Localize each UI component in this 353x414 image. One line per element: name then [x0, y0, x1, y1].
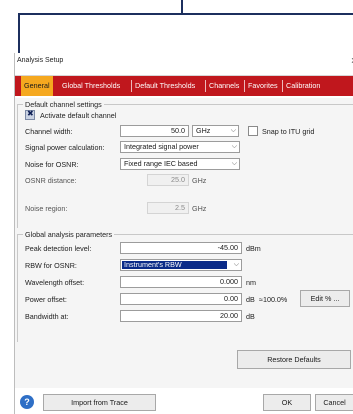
signal-power-calculation-dropdown[interactable]: Integrated signal power ⌵ [120, 141, 240, 153]
import-from-trace-button[interactable]: Import from Trace [43, 394, 156, 411]
bandwidth-at-label: Bandwidth at: [25, 312, 69, 321]
title-bar: Analysis Setup x [15, 53, 353, 70]
cancel-button[interactable]: Cancel [315, 394, 353, 411]
osnr-distance-input: 25.0 [147, 174, 189, 186]
channel-width-input[interactable]: 50.0 [120, 125, 189, 137]
ok-button[interactable]: OK [263, 394, 311, 411]
power-offset-label: Power offset: [25, 295, 67, 304]
noise-for-osnr-label: Noise for OSNR: [25, 160, 79, 169]
signal-power-calculation-value: Integrated signal power [124, 142, 199, 151]
noise-for-osnr-value: Fixed range IEC based [124, 159, 198, 168]
noise-region-unit: GHz [192, 204, 207, 213]
channel-width-label: Channel width: [25, 127, 73, 136]
power-offset-input[interactable]: 0.00 [120, 293, 242, 305]
wavelength-offset-unit: nm [246, 278, 256, 287]
signal-power-calculation-label: Signal power calculation: [25, 143, 105, 152]
tab-default-thresholds[interactable]: Default Thresholds [132, 78, 198, 94]
window-title: Analysis Setup [17, 57, 64, 64]
rbw-for-osnr-value: Instrument's RBW [122, 261, 227, 269]
tab-favorites[interactable]: Favorites [245, 78, 281, 94]
default-channel-group-title: Default channel settings [23, 100, 104, 109]
help-icon[interactable]: ? [20, 395, 34, 409]
callout-line-left [18, 13, 20, 57]
osnr-distance-label: OSNR distance: [25, 176, 77, 185]
noise-for-osnr-dropdown[interactable]: Fixed range IEC based ⌵ [120, 158, 240, 170]
peak-detection-level-label: Peak detection level: [25, 244, 92, 253]
chevron-down-icon: ⌵ [230, 127, 236, 134]
noise-region-input: 2.5 [147, 202, 189, 214]
analysis-setup-window: Analysis Setup x General Global Threshol… [14, 53, 353, 414]
osnr-distance-unit: GHz [192, 176, 207, 185]
chevron-down-icon: ⌵ [233, 261, 239, 268]
tab-channels[interactable]: Channels [206, 78, 242, 94]
rbw-for-osnr-dropdown[interactable]: Instrument's RBW ⌵ [120, 259, 242, 271]
tab-general[interactable]: General [21, 76, 53, 96]
rbw-for-osnr-label: RBW for OSNR: [25, 261, 77, 270]
tab-bar: General Global Thresholds Default Thresh… [15, 75, 353, 96]
bandwidth-at-unit: dB [246, 312, 255, 321]
bandwidth-at-input[interactable]: 20.00 [120, 310, 242, 322]
callout-line-horizontal [18, 13, 353, 15]
wavelength-offset-input[interactable]: 0.000 [120, 276, 242, 288]
dialog-footer: ? Import from Trace OK Cancel [15, 391, 353, 414]
global-analysis-group-title: Global analysis parameters [23, 230, 115, 239]
chevron-down-icon: ⌵ [231, 160, 237, 167]
peak-detection-level-unit: dBm [246, 244, 261, 253]
tab-global-thresholds[interactable]: Global Thresholds [59, 78, 123, 94]
peak-detection-level-input[interactable]: -45.00 [120, 242, 242, 254]
general-tab-content: Default channel settings Activate defaul… [15, 98, 353, 388]
channel-width-unit-dropdown[interactable]: GHz ⌵ [192, 125, 239, 137]
snap-to-itu-grid-label: Snap to ITU grid [262, 127, 315, 136]
callout-line-vertical [181, 0, 183, 14]
power-offset-unit: dB [246, 295, 255, 304]
restore-defaults-button[interactable]: Restore Defaults [237, 350, 351, 369]
chevron-down-icon: ⌵ [231, 143, 237, 150]
edit-percent-button[interactable]: Edit % ... [300, 290, 350, 307]
noise-region-label: Noise region: [25, 204, 68, 213]
wavelength-offset-label: Wavelength offset: [25, 278, 85, 287]
snap-to-itu-grid-checkbox[interactable] [248, 126, 258, 136]
channel-width-unit-value: GHz [196, 126, 211, 135]
activate-default-channel-label: Activate default channel [40, 111, 117, 120]
activate-default-channel-checkbox[interactable] [25, 109, 35, 120]
power-offset-percent: ≈100.0% [259, 295, 288, 304]
tab-calibration[interactable]: Calibration [283, 78, 323, 94]
